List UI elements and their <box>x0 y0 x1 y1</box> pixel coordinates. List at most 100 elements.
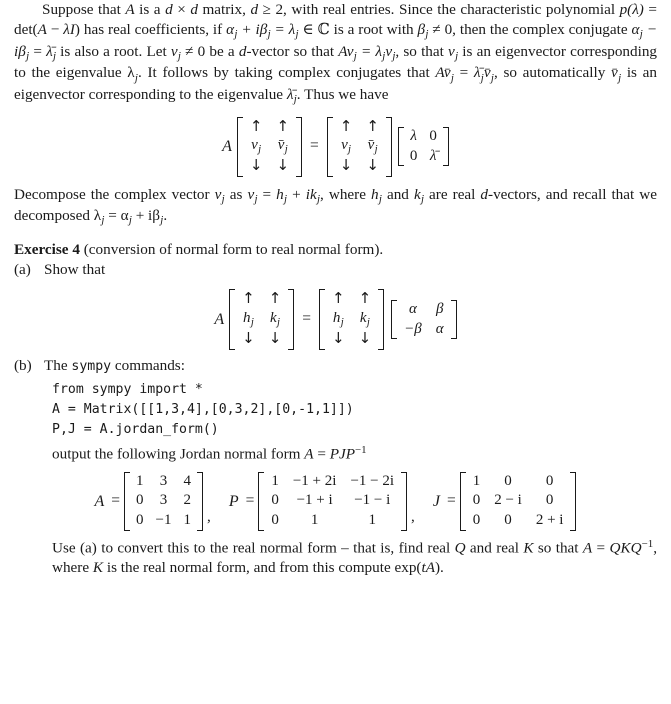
matrix-row: 1 3 4 <box>130 472 197 492</box>
text-fragment: . <box>163 207 168 225</box>
matrix-row: 0 −1 + i −1 − i <box>264 491 401 511</box>
matrix-cell: α <box>409 300 417 317</box>
document-page: Suppose that A is a d × d matrix, d ≥ 2,… <box>0 0 671 704</box>
matrix-cell: 0 <box>504 512 512 529</box>
matrix-cell: 0 <box>271 512 279 529</box>
matrix-cell: 0 <box>504 472 512 489</box>
arrow-down-icon: ↓ <box>366 156 379 175</box>
matrix-P: 1 −1 + 2i −1 − 2i 0 −1 + i −1 − i 0 1 1 <box>258 471 408 531</box>
math-var-A: A <box>125 1 135 18</box>
text-fragment: ) has real coefficients, if <box>74 21 227 39</box>
arrow-up-icon: ↑ <box>366 116 379 135</box>
part-a-text: Show that <box>44 261 106 279</box>
display-equation-1: A ↑ ↑ vj v̄j ↓ ↓ = ↑ ↑ vj v̄j ↓ ↓ λ 0 0 … <box>0 116 671 177</box>
arrow-up-icon: ↑ <box>358 289 372 308</box>
math-equals: = <box>592 539 610 557</box>
math-equals: = <box>313 445 330 463</box>
arrow-down-icon: ↓ <box>249 156 263 175</box>
arrow-up-icon: ↑ <box>276 116 290 135</box>
text-fragment: is also a root. Let <box>55 42 171 60</box>
math-plus-ibeta: + iβ <box>237 21 268 39</box>
part-b-text: The sympy commands: <box>44 356 657 376</box>
equals-sign: = <box>245 491 255 509</box>
part-a-label: (a) <box>14 261 31 279</box>
math-var-Q: Q <box>454 539 466 557</box>
math-var-d: d <box>480 185 489 203</box>
matrix-cell: 3 <box>159 472 168 489</box>
matrix-cell: 0 <box>545 472 554 489</box>
matrix-row: 0 2 − i 0 <box>466 491 571 511</box>
arrow-up-icon: ↑ <box>249 116 263 135</box>
text-fragment: The <box>44 356 72 374</box>
math-minus: − <box>46 21 64 39</box>
bracket-right <box>385 116 392 177</box>
equals-sign: = <box>310 137 319 155</box>
matrix-label-J: J <box>432 492 440 510</box>
matrix-cell: v̄j <box>367 137 378 156</box>
matrix-cell: vj <box>251 137 262 156</box>
text-fragment: as <box>224 185 248 203</box>
matrix-cell: 0 <box>271 492 279 509</box>
math-plus: + <box>287 185 306 203</box>
matrix-label-A: A <box>94 492 105 510</box>
matrix-cell: 0 <box>429 128 437 145</box>
math-Av: Av <box>338 42 354 60</box>
text-fragment: is a <box>134 1 166 18</box>
math-lambda-arg: (λ) <box>627 1 644 18</box>
math-alpha: α <box>226 21 235 39</box>
matrix-label-A: A <box>214 310 225 328</box>
separator-comma: , <box>411 507 415 525</box>
math-var-d: d <box>250 1 259 18</box>
matrix-cell: −1 <box>155 512 172 529</box>
math-lambda-bar: λ̄ <box>473 64 481 82</box>
math-equals: = <box>29 42 47 60</box>
math-var-v: v <box>170 42 178 60</box>
matrix-cell: 1 <box>136 472 144 489</box>
matrix-cell: vj <box>341 137 352 156</box>
text-fragment: matrix, <box>197 1 251 18</box>
list-item-a: (a) Show that <box>14 260 657 280</box>
text-fragment: so that <box>533 539 583 557</box>
matrix-row: 0 3 2 <box>130 491 197 511</box>
math-equals: = <box>453 64 474 82</box>
matrix-label-A: A <box>222 138 232 156</box>
exercise-subtitle: (conversion of normal form to real norma… <box>79 241 384 258</box>
text-fragment: , so automatically <box>493 64 612 82</box>
matrix-cell: −1 − 2i <box>350 472 395 489</box>
bracket-right <box>378 289 385 350</box>
matrix-h-k-right: ↑ ↑ hj kj ↓ ↓ <box>319 289 385 350</box>
arrow-down-icon: ↓ <box>268 328 282 347</box>
math-A-vbar: Av̄ <box>435 64 451 82</box>
text-fragment: ≠ 0, then the complex conjugate <box>428 21 632 39</box>
arrow-up-icon: ↑ <box>332 289 345 308</box>
matrix-cell: 0 <box>409 147 418 164</box>
bracket-right <box>570 471 577 531</box>
bracket-right <box>296 116 303 177</box>
math-var-d: d <box>165 1 173 18</box>
bracket-right <box>197 471 204 531</box>
matrix-J: 1 0 0 0 2 − i 0 0 0 2 + i <box>459 471 577 531</box>
equals-sign: = <box>302 310 312 328</box>
matrix-cell: 2 − i <box>494 492 522 509</box>
matrix-cell: λ <box>410 128 417 145</box>
math-in-complex: ∈ ℂ is a root with <box>298 21 418 39</box>
matrix-row: 1 0 0 <box>466 472 571 492</box>
display-equation-2: A ↑ ↑ hj kj ↓ ↓ = ↑ ↑ hj kj ↓ ↓ α β −β α <box>0 289 671 350</box>
math-beta: β <box>417 21 426 39</box>
math-var-A: A <box>37 21 47 39</box>
matrix-cell: 1 <box>368 512 376 529</box>
text-fragment: Use (a) to convert this to the real norm… <box>52 539 455 557</box>
arrow-down-icon: ↓ <box>276 156 290 175</box>
matrix-cell: kj <box>270 310 280 329</box>
separator-comma: , <box>207 507 211 525</box>
math-alpha: α <box>631 21 640 39</box>
text-fragment: and <box>381 185 414 203</box>
text-fragment: are real <box>424 185 481 203</box>
bracket-right <box>401 471 408 531</box>
matrices-row: A = 1 3 4 0 3 2 0 −1 1 , P = 1 −1 + 2i −… <box>0 471 671 531</box>
matrix-cell: 0 <box>472 492 481 509</box>
matrix-label-P: P <box>228 492 239 510</box>
matrix-cell: 0 <box>136 512 144 529</box>
text-fragment: ≥ 2, with real entries. Since the charac… <box>258 1 620 18</box>
matrix-A: 1 3 4 0 3 2 0 −1 1 <box>124 471 204 531</box>
